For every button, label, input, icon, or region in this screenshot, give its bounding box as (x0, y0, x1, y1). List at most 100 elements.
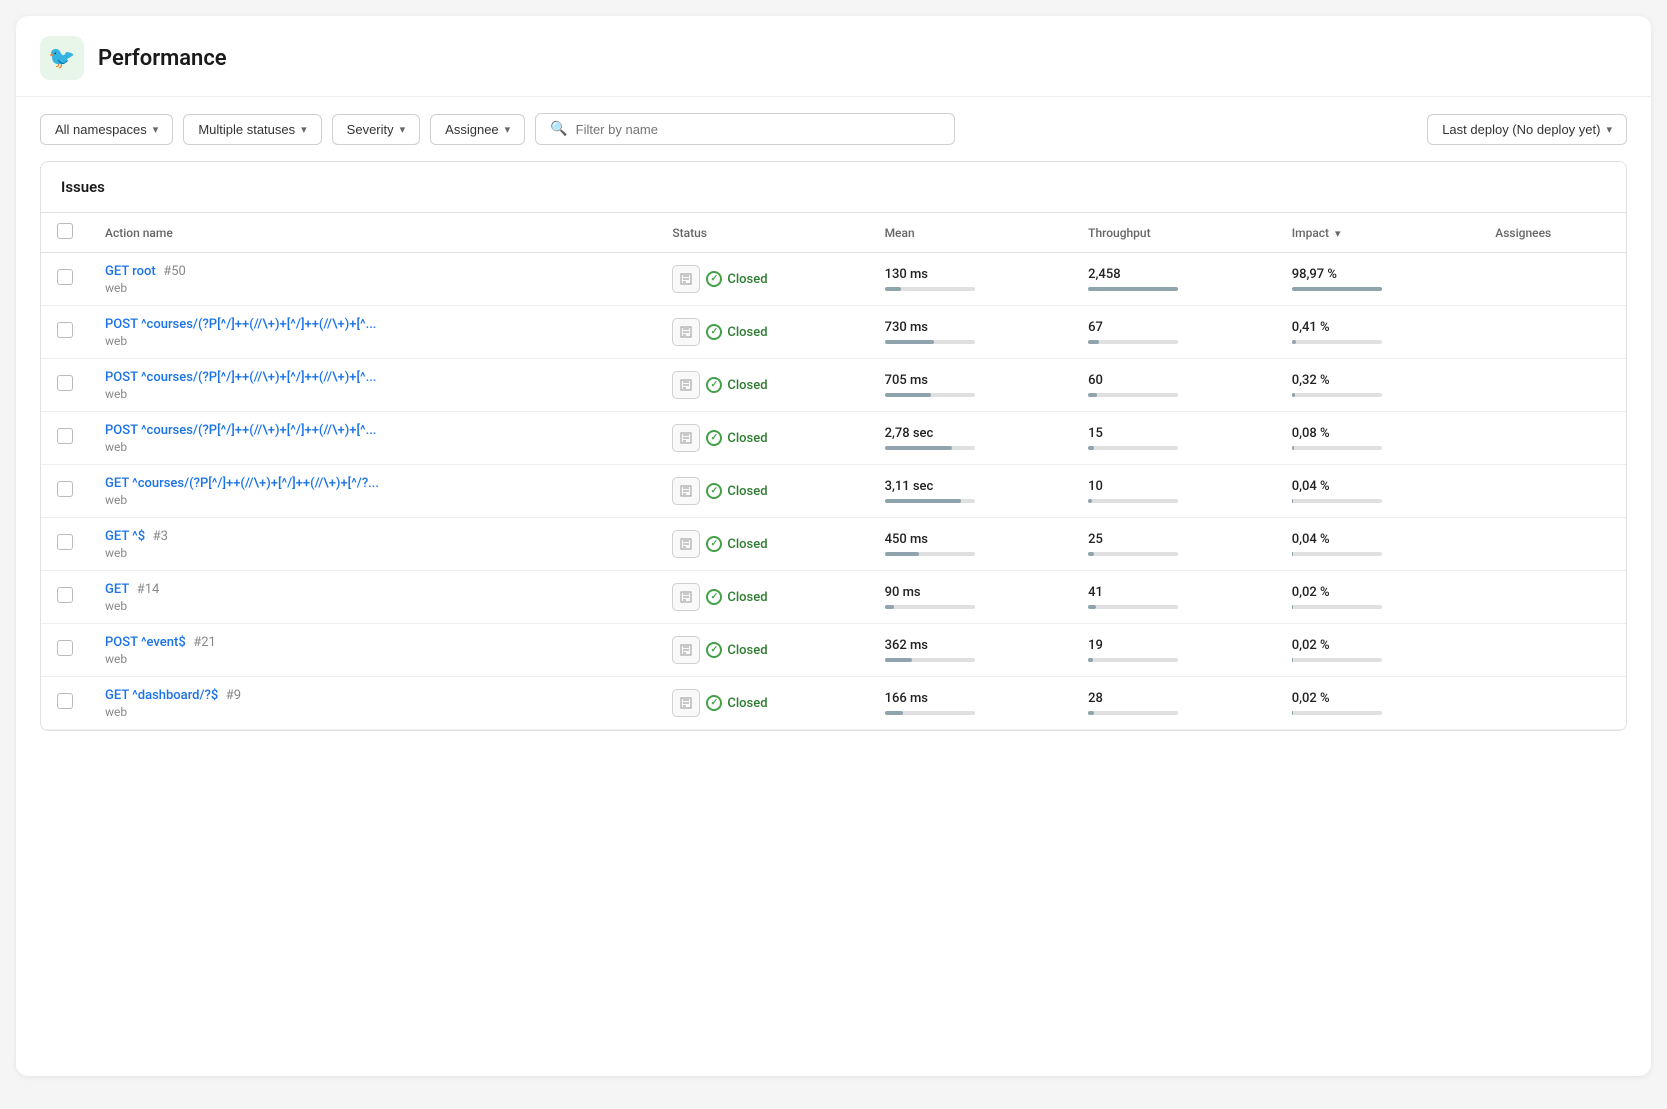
impact-value: 0,04 % (1292, 532, 1464, 547)
status-cell: Closed (656, 412, 868, 465)
status-label: Closed (727, 590, 767, 605)
action-name-cell: GET ^dashboard/?$ #9 web (89, 677, 656, 730)
table-row: POST ^event$ #21 web Closed 362 ms (41, 624, 1626, 677)
action-link[interactable]: GET ^courses/(?P[^/]++(//\+)+[^/]++(//\+… (105, 476, 379, 491)
throughput-bar (1088, 711, 1178, 715)
impact-cell: 0,32 % (1276, 359, 1480, 412)
status-cell: Closed (656, 465, 868, 518)
severity-filter-label: Severity (347, 122, 394, 137)
action-name-cell: GET ^$ #3 web (89, 518, 656, 571)
row-checkbox[interactable] (57, 693, 73, 709)
impact-cell: 98,97 % (1276, 253, 1480, 306)
status-dot-icon (706, 642, 722, 658)
impact-bar-fill (1292, 552, 1293, 556)
impact-bar-fill (1292, 393, 1296, 397)
status-label: Closed (727, 484, 767, 499)
impact-cell: 0,02 % (1276, 624, 1480, 677)
impact-value: 98,97 % (1292, 267, 1464, 282)
action-link[interactable]: GET ^$ (105, 529, 145, 544)
page-title: Performance (98, 46, 227, 71)
mean-bar-fill (885, 711, 903, 715)
throughput-bar (1088, 446, 1178, 450)
search-input[interactable] (576, 122, 941, 137)
status-dot-icon (706, 430, 722, 446)
throughput-bar-fill (1088, 605, 1096, 609)
table-row: POST ^courses/(?P[^/]++(//\+)+[^/]++(//\… (41, 306, 1626, 359)
severity-icon[interactable] (672, 318, 700, 346)
mean-value: 730 ms (885, 320, 1057, 335)
severity-icon[interactable] (672, 424, 700, 452)
issue-tag: web (105, 334, 640, 348)
action-name-cell: POST ^courses/(?P[^/]++(//\+)+[^/]++(//\… (89, 359, 656, 412)
issue-number: #9 (226, 688, 241, 703)
col-throughput: Throughput (1072, 213, 1276, 253)
row-checkbox[interactable] (57, 375, 73, 391)
severity-filter[interactable]: Severity ▾ (332, 114, 421, 145)
action-link[interactable]: GET root (105, 264, 156, 279)
row-checkbox-cell (41, 677, 89, 730)
assignees-cell (1479, 624, 1626, 677)
throughput-bar (1088, 658, 1178, 662)
severity-icon[interactable] (672, 477, 700, 505)
assignees-cell (1479, 677, 1626, 730)
mean-value: 166 ms (885, 691, 1057, 706)
status-cell: Closed (656, 306, 868, 359)
severity-icon[interactable] (672, 371, 700, 399)
mean-bar (885, 552, 975, 556)
row-checkbox[interactable] (57, 534, 73, 550)
severity-icon[interactable] (672, 689, 700, 717)
status-label: Closed (727, 696, 767, 711)
issues-panel-title: Issues (41, 162, 1626, 213)
status-badge: Closed (706, 430, 767, 446)
mean-cell: 2,78 sec (869, 412, 1073, 465)
status-cell: Closed (656, 624, 868, 677)
severity-icon[interactable] (672, 530, 700, 558)
mean-bar-fill (885, 605, 894, 609)
row-checkbox[interactable] (57, 322, 73, 338)
mean-cell: 450 ms (869, 518, 1073, 571)
row-checkbox[interactable] (57, 269, 73, 285)
action-link[interactable]: GET ^dashboard/?$ (105, 688, 218, 703)
action-link[interactable]: POST ^event$ (105, 635, 186, 650)
impact-bar (1292, 393, 1382, 397)
action-name-cell: GET root #50 web (89, 253, 656, 306)
status-badge: Closed (706, 271, 767, 287)
severity-icon[interactable] (672, 636, 700, 664)
issue-tag: web (105, 440, 640, 454)
action-link[interactable]: POST ^courses/(?P[^/]++(//\+)+[^/]++(//\… (105, 317, 376, 332)
impact-bar-fill (1292, 711, 1293, 715)
throughput-bar (1088, 552, 1178, 556)
status-filter[interactable]: Multiple statuses ▾ (183, 114, 321, 145)
select-all-checkbox[interactable] (57, 223, 73, 239)
action-link[interactable]: GET (105, 582, 129, 597)
assignee-filter[interactable]: Assignee ▾ (430, 114, 525, 145)
status-filter-label: Multiple statuses (198, 122, 295, 137)
impact-bar-fill (1292, 499, 1293, 503)
impact-cell: 0,04 % (1276, 465, 1480, 518)
namespace-filter[interactable]: All namespaces ▾ (40, 114, 173, 145)
mean-bar (885, 711, 975, 715)
severity-icon[interactable] (672, 265, 700, 293)
row-checkbox[interactable] (57, 481, 73, 497)
mean-value: 450 ms (885, 532, 1057, 547)
status-badge: Closed (706, 324, 767, 340)
chevron-down-icon: ▾ (301, 123, 307, 136)
severity-icon[interactable] (672, 583, 700, 611)
throughput-value: 25 (1088, 532, 1260, 547)
row-checkbox-cell (41, 306, 89, 359)
status-dot-icon (706, 483, 722, 499)
mean-bar-fill (885, 499, 962, 503)
action-link[interactable]: POST ^courses/(?P[^/]++(//\+)+[^/]++(//\… (105, 423, 376, 438)
table-row: GET ^courses/(?P[^/]++(//\+)+[^/]++(//\+… (41, 465, 1626, 518)
issues-table: Action name Status Mean Throughput Impac… (41, 213, 1626, 730)
deploy-filter[interactable]: Last deploy (No deploy yet) ▾ (1427, 114, 1627, 145)
throughput-value: 67 (1088, 320, 1260, 335)
mean-value: 362 ms (885, 638, 1057, 653)
action-link[interactable]: POST ^courses/(?P[^/]++(//\+)+[^/]++(//\… (105, 370, 376, 385)
mean-cell: 166 ms (869, 677, 1073, 730)
row-checkbox[interactable] (57, 428, 73, 444)
col-impact[interactable]: Impact ▾ (1276, 213, 1480, 253)
assignees-cell (1479, 306, 1626, 359)
row-checkbox[interactable] (57, 640, 73, 656)
row-checkbox[interactable] (57, 587, 73, 603)
